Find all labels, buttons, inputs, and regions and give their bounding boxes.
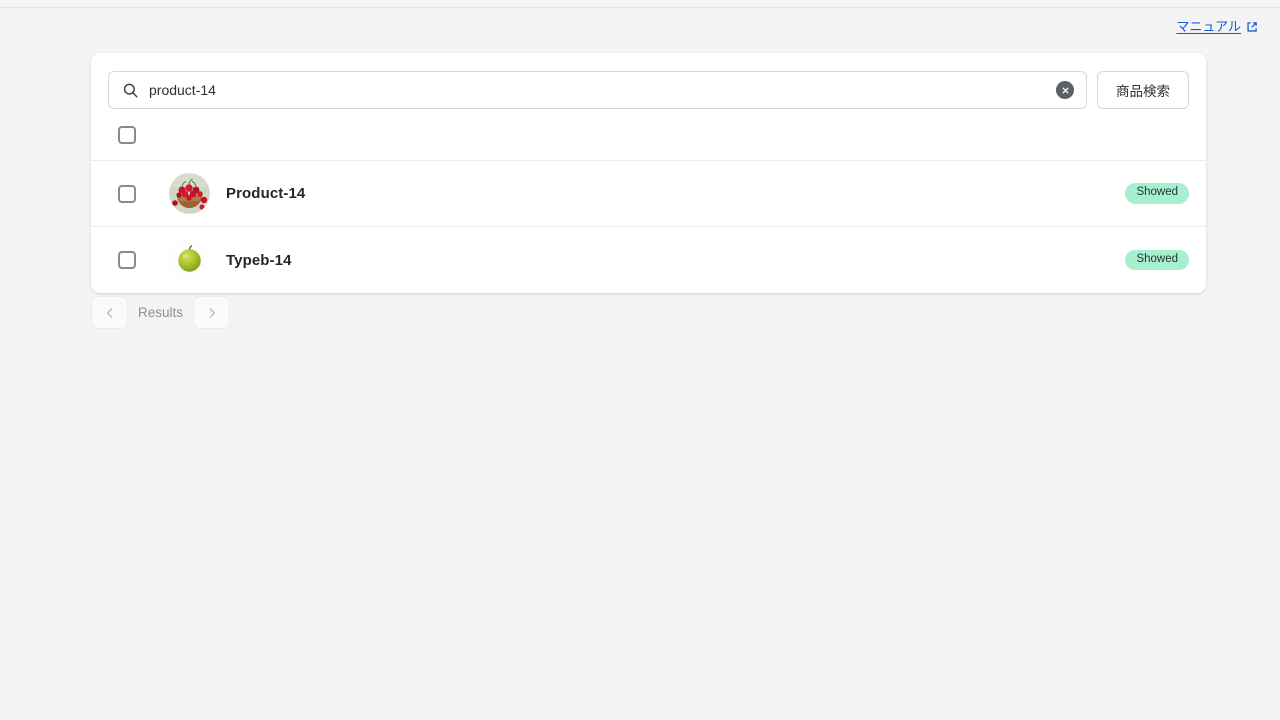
search-field[interactable] xyxy=(108,71,1087,109)
chevron-right-icon xyxy=(205,306,219,320)
row-checkbox[interactable] xyxy=(118,251,136,269)
product-name: Product-14 xyxy=(226,185,306,202)
pagination-prev-button[interactable] xyxy=(91,296,128,329)
table-row[interactable]: Product-14 Showed xyxy=(91,161,1206,227)
green-apple-thumbnail xyxy=(169,239,210,281)
status-badge: Showed xyxy=(1125,183,1189,204)
product-search-card: 商品検索 xyxy=(91,53,1206,293)
manual-link[interactable]: マニュアル xyxy=(1176,20,1241,33)
chevron-left-icon xyxy=(103,306,117,320)
select-all-row xyxy=(91,109,1206,161)
cherries-in-bowl-thumbnail xyxy=(169,173,210,214)
status-badge: Showed xyxy=(1125,249,1189,271)
row-checkbox[interactable] xyxy=(118,184,136,203)
table-row[interactable]: Typeb-14 Showed xyxy=(91,227,1206,293)
pagination: Results xyxy=(91,296,231,329)
top-divider-strip xyxy=(0,0,1280,8)
clear-search-icon[interactable] xyxy=(1056,81,1074,99)
pagination-label: Results xyxy=(138,305,184,320)
select-all-checkbox[interactable] xyxy=(118,126,136,144)
external-link-icon xyxy=(1246,21,1258,33)
product-name: Typeb-14 xyxy=(226,251,292,269)
search-row: 商品検索 xyxy=(91,53,1206,109)
pagination-next-button[interactable] xyxy=(193,296,231,329)
manual-link-container[interactable]: マニュアル xyxy=(1176,20,1258,33)
search-icon xyxy=(122,82,139,99)
search-input[interactable] xyxy=(149,72,1056,108)
product-search-button[interactable]: 商品検索 xyxy=(1097,71,1189,109)
